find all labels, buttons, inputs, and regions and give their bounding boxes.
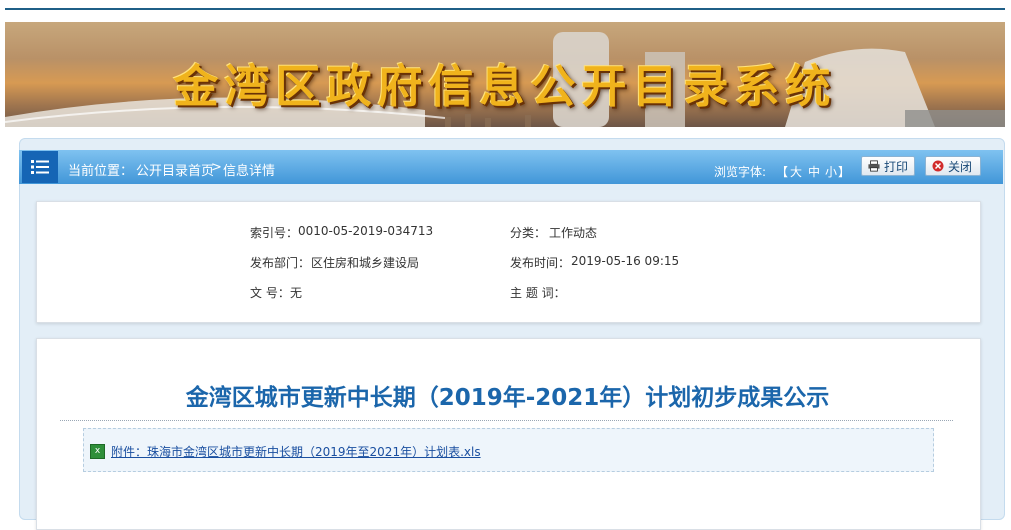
- publish-time-label: 发布时间：: [510, 256, 571, 270]
- category-value: 工作动态: [549, 226, 598, 240]
- article-title: 金湾区城市更新中长期（2019年-2021年）计划初步成果公示: [185, 385, 830, 411]
- index-value: 0010-05-2019-034713: [298, 224, 434, 238]
- close-button[interactable]: 关闭: [925, 156, 981, 176]
- font-size-label: 浏览字体:: [714, 165, 767, 179]
- print-button[interactable]: 打印: [861, 156, 915, 176]
- dept-label: 发布部门：: [250, 256, 311, 270]
- font-large-button[interactable]: 大: [790, 163, 802, 180]
- excel-file-icon: x: [90, 444, 105, 459]
- printer-icon: [868, 160, 880, 172]
- publish-time-value: 2019-05-16 09:15: [571, 254, 680, 268]
- font-small-button[interactable]: 小: [825, 163, 837, 180]
- header-banner: 金湾区政府信息公开目录系统: [5, 22, 1005, 127]
- index-label: 索引号：: [250, 226, 299, 240]
- menu-icon[interactable]: [22, 151, 58, 183]
- close-icon: [932, 160, 944, 172]
- font-medium-button[interactable]: 中: [808, 163, 820, 180]
- breadcrumb-home[interactable]: 公开目录首页: [136, 160, 214, 179]
- title-divider: [60, 420, 953, 421]
- font-bracket-close: 】: [838, 165, 851, 179]
- breadcrumb-separator: >: [211, 160, 222, 175]
- doc-number-label: 文 号：: [250, 286, 290, 300]
- doc-number-value: 无: [290, 286, 303, 300]
- category-label: 分类：: [510, 226, 547, 240]
- close-label: 关闭: [948, 159, 973, 174]
- list-icon: [31, 160, 49, 174]
- metadata-card: [36, 201, 981, 323]
- dept-value: 区住房和城乡建设局: [311, 256, 420, 270]
- breadcrumb-current: 信息详情: [223, 164, 276, 179]
- font-bracket-open: 【: [776, 165, 789, 179]
- banner-title: 金湾区政府信息公开目录系统: [173, 60, 837, 113]
- location-label: 当前位置：: [68, 164, 134, 179]
- top-divider: [5, 8, 1005, 10]
- keyword-label: 主 题 词：: [510, 286, 566, 300]
- print-label: 打印: [883, 159, 908, 174]
- attachment-link[interactable]: 附件：珠海市金湾区城市更新中长期（2019年至2021年）计划表.xls: [111, 443, 481, 460]
